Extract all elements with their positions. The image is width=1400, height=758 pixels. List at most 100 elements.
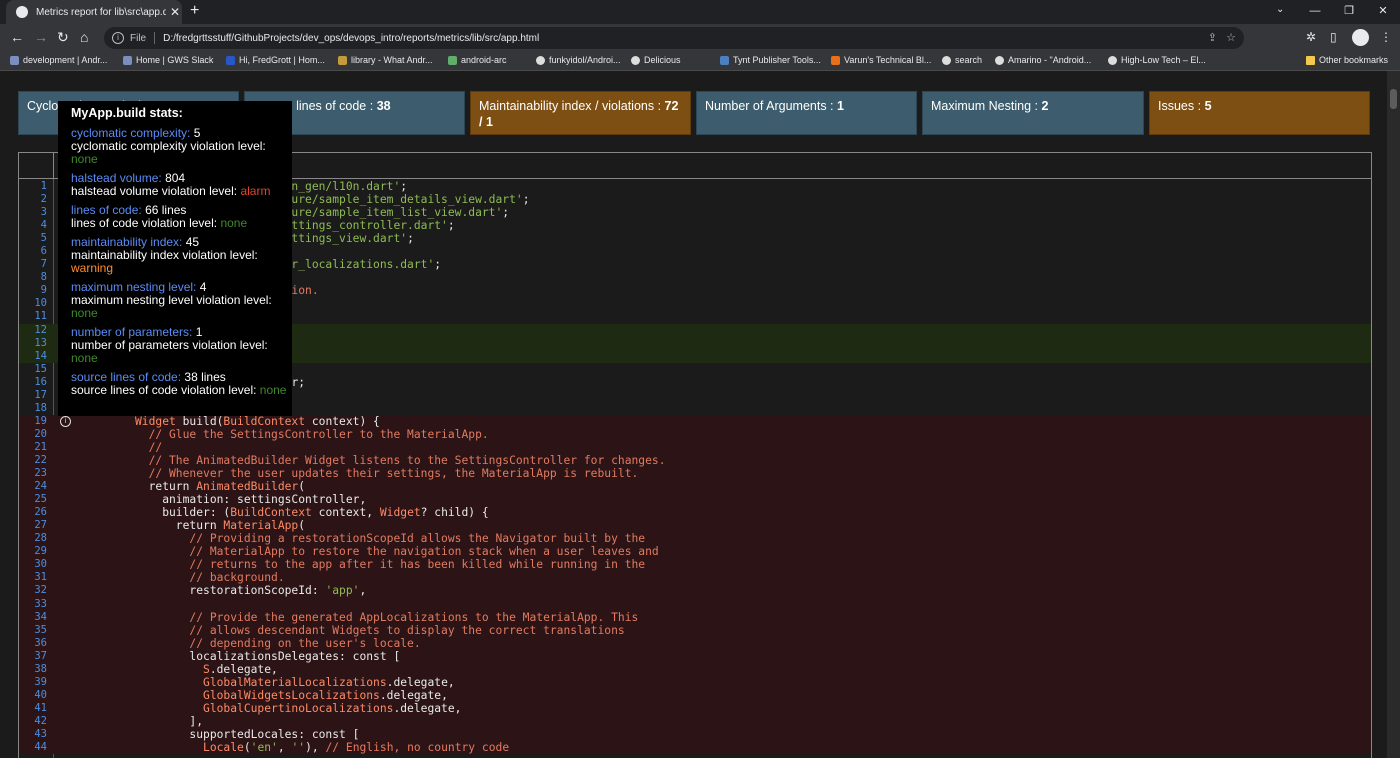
bookmark-label: funkyidol/Androi... [549,55,621,65]
bookmark-item[interactable]: High-Low Tech – El... [1108,55,1206,65]
metric-label: cyclomatic complexity: [71,126,191,140]
code-token: GlobalWidgetsLocalizations [203,688,380,702]
code-token: 'en' [250,741,278,755]
browser-tab[interactable]: Metrics report for lib\src\app.da ✕ [6,0,182,24]
code-row: 22 // The AnimatedBuilder Widget listens… [19,453,1371,468]
menu-kebab-icon[interactable]: ⋮ [1380,30,1392,44]
code-text: // allows descendant Widgets to display … [135,624,624,637]
bookmark-item[interactable]: Delicious [631,55,681,65]
restore-icon[interactable]: ❐ [1332,0,1366,24]
code-row: 25 animation: settingsController, [19,493,1371,507]
issue-info-icon[interactable]: i [60,415,71,427]
code-token: '' [291,741,306,755]
bookmark-label: library - What Andr... [351,55,433,65]
bookmark-label: Varun's Technical Bl... [844,55,932,65]
code-token: 'app' [325,584,360,598]
bookmark-item[interactable]: Varun's Technical Bl... [831,55,931,65]
code-token: // MaterialApp to restore the navigation… [135,545,659,559]
bookmark-item[interactable]: development | Andr... [10,55,107,65]
code-token: , [359,584,367,598]
tooltip-violation-line: maintainability index violation level: w… [71,249,292,275]
profile-avatar[interactable] [1352,29,1369,46]
code-text: restorationScopeId: 'app', [135,584,366,597]
code-row: 42 ], [19,714,1371,728]
metric-value: 804 [165,171,186,185]
home-icon[interactable]: ⌂ [80,29,88,45]
divider [154,32,156,44]
folder-icon [1306,55,1315,65]
code-token: .delegate, [209,662,278,676]
bookmark-item[interactable]: android-arc [448,55,507,65]
back-arrow-icon[interactable]: ← [10,29,24,45]
code-row: 23 // Whenever the user updates their se… [19,467,1371,481]
violation-label: maintainability index violation level: [71,248,258,262]
metric-label: lines of code: [71,203,142,217]
side-panel-icon[interactable]: ▯ [1330,30,1337,44]
new-tab-button[interactable]: + [190,2,199,20]
metric-label: maximum nesting level: [71,280,197,294]
bookmark-item[interactable]: Home | GWS Slack [123,55,213,65]
line-number: 32 [34,584,47,597]
card-value: 38 [376,99,391,113]
tooltip-violation-line: source lines of code violation level: no… [71,384,292,397]
card-label: Maintainability index / violations : [479,99,662,113]
code-token: context) { [305,414,380,428]
violation-level: none [71,351,98,365]
bookmark-label: Tynt Publisher Tools... [733,55,821,65]
code-text: Widget build(BuildContext context) { [135,415,380,428]
tooltip-violation-line: halstead volume violation level: alarm [71,185,292,198]
close-window-icon[interactable]: ✕ [1366,0,1400,24]
bookmark-item[interactable]: Hi, FredGrott | Hom... [226,55,325,65]
violation-label: number of parameters violation level: [71,338,268,352]
globe-icon [16,6,28,18]
metric-value: 38 lines [184,370,226,384]
code-text: GlobalWidgetsLocalizations.delegate, [135,689,448,702]
code-row: 32 restorationScopeId: 'app', [19,584,1371,598]
bookmark-label: Hi, FredGrott | Hom... [239,55,325,65]
bookmarks-bar: development | Andr... Home | GWS Slack H… [0,52,1400,71]
tab-search-chevron-icon[interactable]: ⌄ [1276,4,1284,15]
minimize-icon[interactable]: — [1298,0,1332,24]
bookmark-item[interactable]: funkyidol/Androi... [536,55,621,65]
code-token: builder: ( [135,506,231,520]
code-token: // Whenever the user updates their setti… [135,467,639,481]
line-number: 20 [34,427,47,440]
scrollbar-thumb[interactable] [1390,89,1397,109]
close-tab-icon[interactable]: ✕ [170,5,180,19]
url-text[interactable]: D:/fredgrttsstuff/GithubProjects/dev_ops… [163,33,539,44]
share-and-star-icons[interactable]: ⇪ ☆ [1208,31,1236,44]
bookmark-label: search [955,55,983,65]
code-token: restorationScopeId: [135,584,326,598]
line-number: 26 [34,506,47,519]
line-number: 9 [40,284,47,297]
forward-arrow-icon[interactable]: → [34,29,48,45]
other-bookmarks-folder[interactable]: Other bookmarks [1306,55,1388,65]
reload-icon[interactable]: ↻ [57,29,69,46]
info-icon[interactable]: i [112,32,124,44]
line-number: 4 [40,219,47,232]
line-number: 35 [34,623,47,636]
extensions-puzzle-icon[interactable]: ✲ [1306,30,1316,44]
code-token: // The AnimatedBuilder Widget listens to… [135,453,666,467]
tooltip-violation-line: number of parameters violation level: no… [71,339,292,365]
metrics-report-page: Cyclomatic complexity : 5 Source lines o… [0,71,1387,758]
tooltip-metric: number of parameters: 1 number of paramet… [71,326,292,365]
bookmark-item[interactable]: Amarino - "Android... [995,55,1091,65]
code-row: 21 // [19,440,1371,454]
bookmark-label: Amarino - "Android... [1008,55,1092,65]
tooltip-violation-line: maximum nesting level violation level: n… [71,294,292,320]
bookmark-item[interactable]: library - What Andr... [338,55,433,65]
address-bar[interactable]: i File D:/fredgrttsstuff/GithubProjects/… [104,27,1244,49]
violation-label: maximum nesting level violation level: [71,293,272,307]
code-token: context, [311,506,380,520]
bookmark-item[interactable]: search [942,55,982,65]
line-number: 29 [34,545,47,558]
tooltip-violation-line: cyclomatic complexity violation level: n… [71,140,292,166]
code-token: S [203,662,210,676]
bookmark-item[interactable]: Tynt Publisher Tools... [720,55,821,65]
line-number: 8 [40,271,47,284]
vertical-scrollbar[interactable] [1387,71,1400,758]
